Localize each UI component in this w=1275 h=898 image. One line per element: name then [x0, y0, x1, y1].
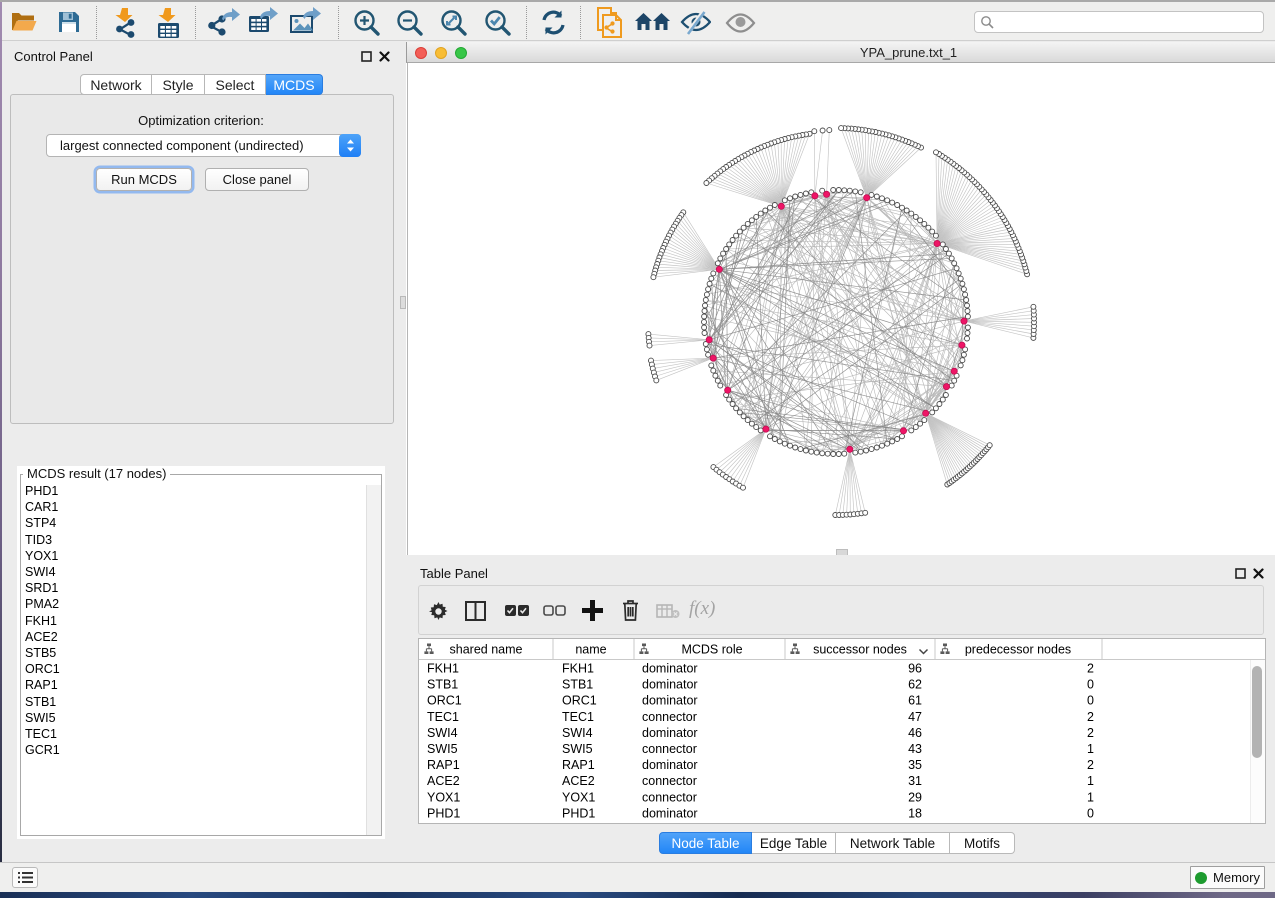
svg-text:43: 43: [908, 742, 922, 756]
svg-text:ORC1: ORC1: [427, 694, 462, 708]
svg-text:SWI4: SWI4: [427, 726, 458, 740]
svg-text:connector: connector: [642, 774, 697, 788]
svg-text:dominator: dominator: [642, 678, 698, 692]
svg-text:MCDS role: MCDS role: [681, 643, 742, 657]
svg-text:SWI5: SWI5: [427, 742, 458, 756]
svg-text:predecessor nodes: predecessor nodes: [965, 643, 1071, 657]
svg-text:1: 1: [1087, 774, 1094, 788]
svg-text:connector: connector: [642, 742, 697, 756]
svg-text:ACE2: ACE2: [562, 774, 595, 788]
svg-text:YOX1: YOX1: [562, 790, 595, 804]
svg-text:29: 29: [908, 790, 922, 804]
svg-text:31: 31: [908, 774, 922, 788]
svg-text:2: 2: [1087, 758, 1094, 772]
svg-text:1: 1: [1087, 790, 1094, 804]
svg-text:47: 47: [908, 710, 922, 724]
svg-text:name: name: [575, 643, 606, 657]
svg-text:18: 18: [908, 806, 922, 820]
svg-text:TEC1: TEC1: [427, 710, 459, 724]
svg-text:2: 2: [1087, 710, 1094, 724]
svg-text:0: 0: [1087, 806, 1094, 820]
svg-text:dominator: dominator: [642, 806, 698, 820]
svg-text:46: 46: [908, 726, 922, 740]
svg-text:dominator: dominator: [642, 758, 698, 772]
svg-text:2: 2: [1087, 726, 1094, 740]
svg-text:PHD1: PHD1: [562, 806, 595, 820]
svg-text:connector: connector: [642, 790, 697, 804]
svg-text:62: 62: [908, 678, 922, 692]
svg-text:61: 61: [908, 694, 922, 708]
svg-text:YOX1: YOX1: [427, 790, 460, 804]
svg-text:successor nodes: successor nodes: [813, 643, 907, 657]
svg-text:96: 96: [908, 662, 922, 676]
svg-text:35: 35: [908, 758, 922, 772]
svg-text:connector: connector: [642, 710, 697, 724]
svg-text:STB1: STB1: [427, 678, 458, 692]
svg-text:TEC1: TEC1: [562, 710, 594, 724]
svg-text:SWI4: SWI4: [562, 726, 593, 740]
svg-text:dominator: dominator: [642, 662, 698, 676]
svg-text:RAP1: RAP1: [562, 758, 595, 772]
svg-text:dominator: dominator: [642, 694, 698, 708]
svg-text:SWI5: SWI5: [562, 742, 593, 756]
svg-text:RAP1: RAP1: [427, 758, 460, 772]
svg-text:STB1: STB1: [562, 678, 593, 692]
svg-text:dominator: dominator: [642, 726, 698, 740]
svg-text:FKH1: FKH1: [562, 662, 594, 676]
svg-text:0: 0: [1087, 694, 1094, 708]
svg-text:2: 2: [1087, 662, 1094, 676]
svg-text:PHD1: PHD1: [427, 806, 460, 820]
svg-text:shared name: shared name: [450, 643, 523, 657]
svg-text:1: 1: [1087, 742, 1094, 756]
svg-text:FKH1: FKH1: [427, 662, 459, 676]
svg-text:ORC1: ORC1: [562, 694, 597, 708]
svg-text:ACE2: ACE2: [427, 774, 460, 788]
svg-text:0: 0: [1087, 678, 1094, 692]
